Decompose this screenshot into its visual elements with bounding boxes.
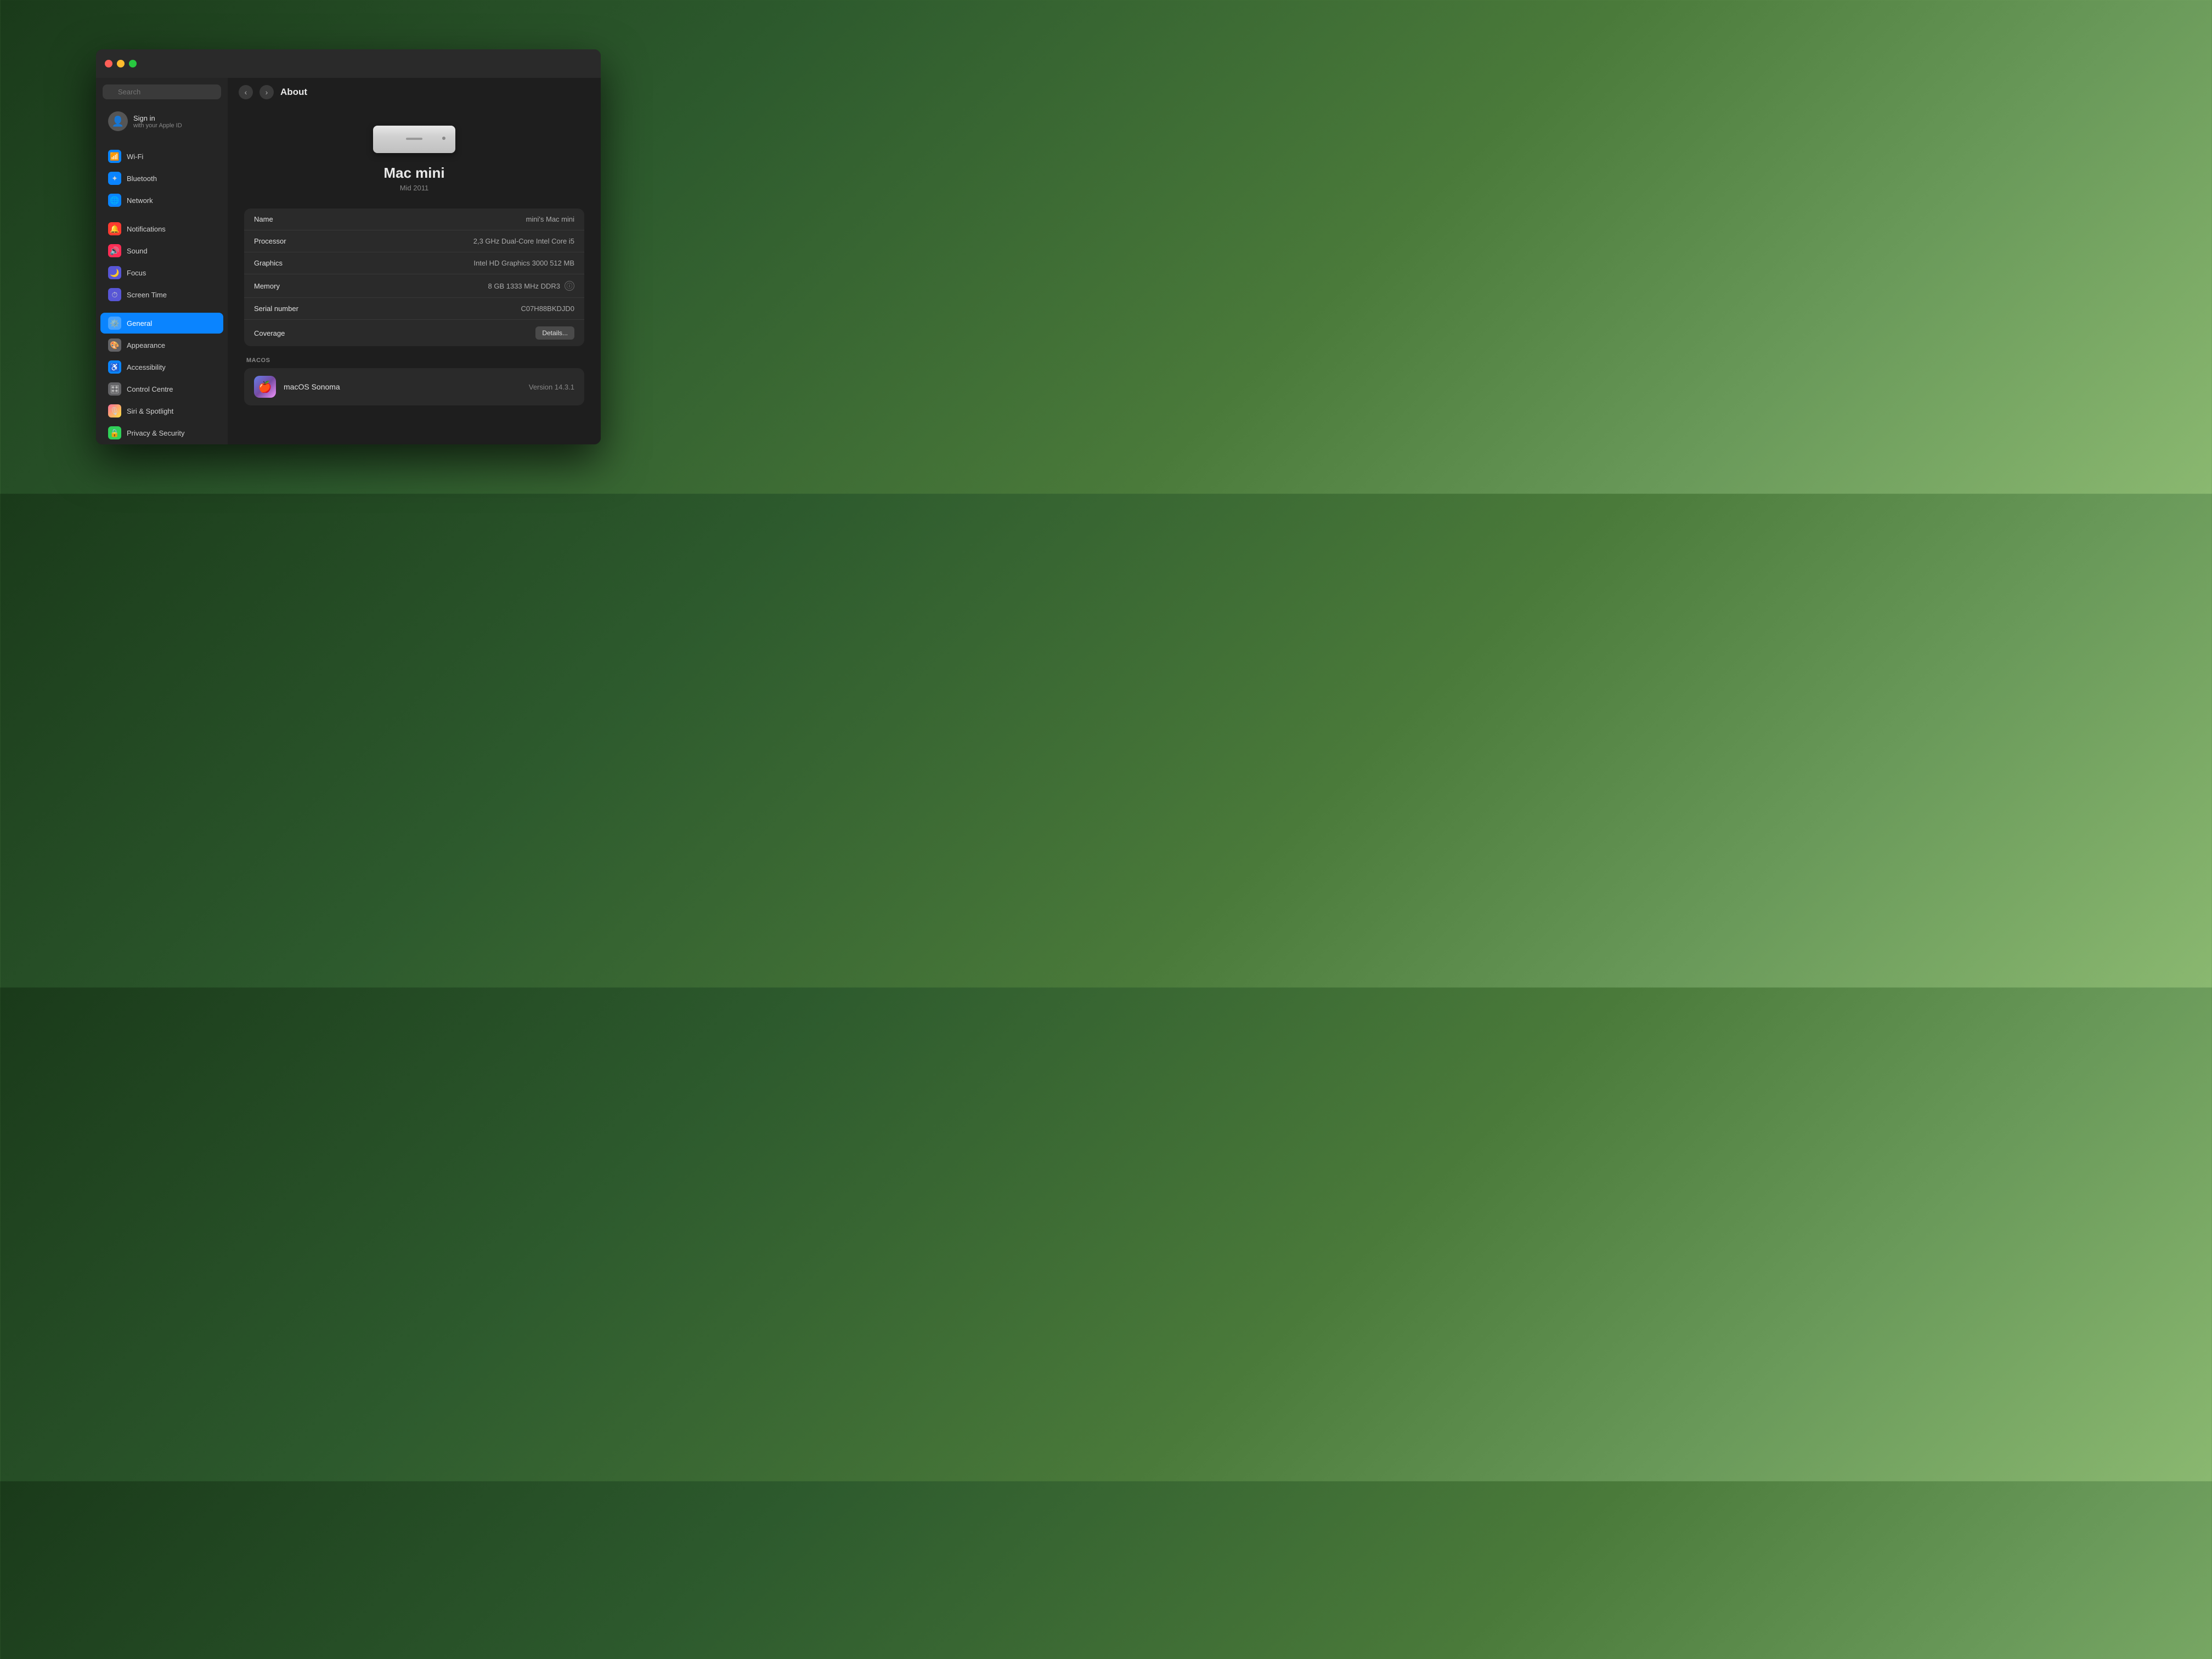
sound-icon: 🔊 [108,244,121,257]
titlebar [96,49,601,78]
sidebar-label-controlcentre: Control Centre [127,385,173,393]
search-input[interactable] [103,84,221,99]
info-value-processor: 2,3 GHz Dual-Core Intel Core i5 [473,237,574,245]
system-preferences-window: 🔍 👤 Sign in with your Apple ID 📶 Wi-Fi ✦ [96,49,601,444]
macos-section-label: macOS [246,357,584,364]
sidebar-item-network[interactable]: 🌐 Network [100,190,223,211]
info-label-graphics: Graphics [254,259,320,267]
general-icon: ⚙️ [108,317,121,330]
sign-in-section[interactable]: 👤 Sign in with your Apple ID [100,106,223,137]
window-body: 🔍 👤 Sign in with your Apple ID 📶 Wi-Fi ✦ [96,78,601,444]
minimize-button[interactable] [117,60,125,67]
sidebar-label-focus: Focus [127,269,146,277]
sidebar-label-sound: Sound [127,247,148,255]
info-value-serial: C07H88BKDJD0 [521,304,574,313]
sidebar-label-siri: Siri & Spotlight [127,407,173,415]
wifi-icon: 📶 [108,150,121,163]
info-row-coverage: Coverage Details... [244,320,584,346]
sidebar-item-focus[interactable]: 🌙 Focus [100,262,223,283]
maximize-button[interactable] [129,60,137,67]
sidebar: 🔍 👤 Sign in with your Apple ID 📶 Wi-Fi ✦ [96,78,228,444]
sidebar-item-notifications[interactable]: 🔔 Notifications [100,218,223,239]
macos-name: macOS Sonoma [284,382,521,391]
info-row-name: Name mini's Mac mini [244,208,584,230]
sidebar-label-screentime: Screen Time [127,291,167,299]
sign-in-text: Sign in with your Apple ID [133,114,182,129]
page-title: About [280,87,307,98]
info-card: Name mini's Mac mini Processor 2,3 GHz D… [244,208,584,346]
sign-in-title: Sign in [133,114,182,122]
sidebar-item-appearance[interactable]: 🎨 Appearance [100,335,223,356]
content-header: ‹ › About [228,78,601,106]
info-value-name: mini's Mac mini [526,215,574,223]
device-section: Mac mini Mid 2011 [244,112,584,208]
sidebar-label-network: Network [127,196,153,205]
focus-icon: 🌙 [108,266,121,279]
notifications-icon: 🔔 [108,222,121,235]
siri-icon: 🎙 [108,404,121,417]
memory-info-button[interactable]: ⓘ [565,281,574,291]
sidebar-item-bluetooth[interactable]: ✦ Bluetooth [100,168,223,189]
sidebar-item-general[interactable]: ⚙️ General [100,313,223,334]
info-label-serial: Serial number [254,304,320,313]
info-label-processor: Processor [254,237,320,245]
mac-mini-light [442,137,445,140]
bluetooth-icon: ✦ [108,172,121,185]
avatar: 👤 [108,111,128,131]
screentime-icon: ⏱ [108,288,121,301]
sidebar-item-sound[interactable]: 🔊 Sound [100,240,223,261]
device-image [370,123,458,156]
main-content: ‹ › About Mac mini Mid 2011 [228,78,601,444]
forward-button[interactable]: › [259,85,274,99]
macos-version: Version 14.3.1 [529,383,574,391]
details-button[interactable]: Details... [535,326,574,340]
info-row-memory: Memory 8 GB 1333 MHz DDR3 ⓘ [244,274,584,298]
accessibility-icon: ♿ [108,360,121,374]
memory-value-text: 8 GB 1333 MHz DDR3 [488,282,561,290]
info-row-processor: Processor 2,3 GHz Dual-Core Intel Core i… [244,230,584,252]
sidebar-label-general: General [127,319,152,328]
info-label-name: Name [254,215,320,223]
sidebar-item-controlcentre[interactable]: 🎛 Control Centre [100,379,223,399]
info-value-memory: 8 GB 1333 MHz DDR3 ⓘ [488,281,575,291]
sidebar-item-siri[interactable]: 🎙 Siri & Spotlight [100,400,223,421]
info-row-serial: Serial number C07H88BKDJD0 [244,298,584,320]
content-body: Mac mini Mid 2011 Name mini's Mac mini P… [228,106,601,444]
mac-mini-slot [406,138,422,140]
info-row-graphics: Graphics Intel HD Graphics 3000 512 MB [244,252,584,274]
sign-in-subtitle: with your Apple ID [133,122,182,129]
sidebar-label-privacy: Privacy & Security [127,429,184,437]
macos-icon: 🍎 [254,376,276,398]
sidebar-item-accessibility[interactable]: ♿ Accessibility [100,357,223,377]
sidebar-item-privacy[interactable]: 🔒 Privacy & Security [100,422,223,443]
sidebar-label-notifications: Notifications [127,225,166,233]
search-container: 🔍 [96,78,228,104]
info-label-coverage: Coverage [254,329,320,337]
mac-mini-body [373,126,455,153]
macos-info: macOS Sonoma [284,382,521,391]
sidebar-item-wifi[interactable]: 📶 Wi-Fi [100,146,223,167]
controlcentre-icon: 🎛 [108,382,121,396]
close-button[interactable] [105,60,112,67]
sidebar-label-appearance: Appearance [127,341,165,349]
device-name: Mac mini [383,165,444,182]
sidebar-label-bluetooth: Bluetooth [127,174,157,183]
network-icon: 🌐 [108,194,121,207]
sidebar-label-wifi: Wi-Fi [127,153,143,161]
info-value-coverage: Details... [535,326,574,340]
sidebar-item-screentime[interactable]: ⏱ Screen Time [100,284,223,305]
info-label-memory: Memory [254,282,320,290]
traffic-lights [105,60,137,67]
sidebar-label-accessibility: Accessibility [127,363,166,371]
back-button[interactable]: ‹ [239,85,253,99]
macos-card: 🍎 macOS Sonoma Version 14.3.1 [244,368,584,405]
search-wrapper: 🔍 [103,84,221,99]
appearance-icon: 🎨 [108,338,121,352]
info-value-graphics: Intel HD Graphics 3000 512 MB [473,259,574,267]
privacy-icon: 🔒 [108,426,121,439]
device-subtitle: Mid 2011 [400,184,429,192]
